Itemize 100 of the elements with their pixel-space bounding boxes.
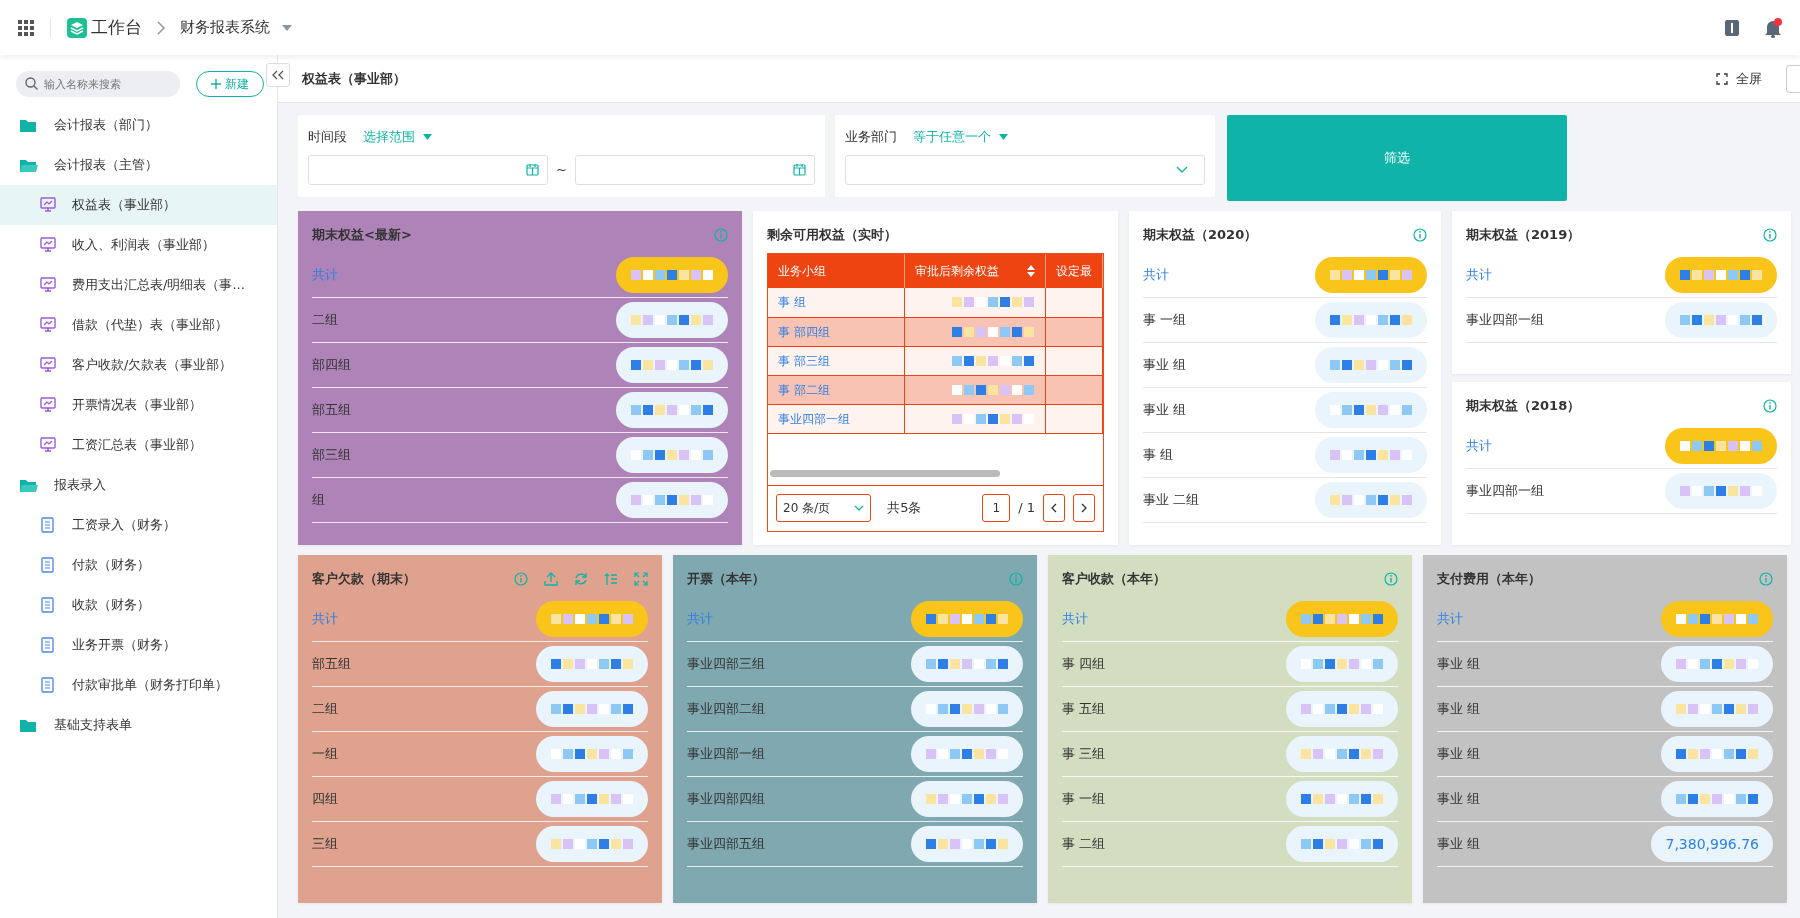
card-title: 客户收款（本年）	[1062, 570, 1166, 589]
system-name[interactable]: 财务报表系统	[180, 16, 270, 39]
table-cell[interactable]: 事 部三组	[768, 346, 905, 375]
tree-item[interactable]: 收款（财务）	[0, 585, 277, 625]
monitor-chart-icon	[40, 317, 56, 333]
tree-item[interactable]: 付款审批单（财务打印单）	[0, 665, 277, 705]
row-label: 部四组	[312, 356, 351, 375]
page-input[interactable]: 1	[982, 494, 1011, 522]
tree-item[interactable]: 借款（代垫）表（事业部）	[0, 305, 277, 345]
card-title: 期末权益<最新>	[312, 226, 412, 245]
table-cell[interactable]: 事业四部一组	[768, 404, 905, 433]
row-label: 事业四部一组	[1466, 482, 1544, 501]
info-icon[interactable]	[714, 228, 728, 242]
info-icon[interactable]	[514, 572, 528, 586]
card-title: 支付费用（本年）	[1437, 570, 1541, 589]
row-label: 部五组	[312, 655, 351, 674]
row-label: 事业 组	[1437, 700, 1481, 719]
row-label: 事业四部三组	[687, 655, 765, 674]
chevron-left-icon	[1050, 503, 1058, 513]
collapse-button[interactable]	[266, 63, 290, 87]
card-title: 客户欠款（期末）	[312, 570, 416, 589]
row-label: 事业四部一组	[1466, 311, 1544, 330]
sort-icon[interactable]	[604, 572, 618, 586]
monitor-chart-icon	[40, 437, 56, 453]
total-label: 共计	[1143, 266, 1169, 285]
button[interactable]	[1786, 64, 1800, 93]
row-label: 事 一组	[1143, 311, 1187, 330]
plus-icon	[211, 79, 221, 89]
document-icon	[40, 677, 56, 693]
card-title: 期末权益（2018）	[1466, 397, 1581, 416]
caret-down-icon	[999, 133, 1008, 140]
total-count: 共5条	[887, 499, 922, 518]
row-label: 事业 组	[1437, 745, 1481, 764]
layers-logo-icon[interactable]	[67, 17, 87, 38]
scrollbar[interactable]	[770, 469, 1000, 477]
bell-icon[interactable]	[1764, 17, 1782, 38]
row-label: 事业四部五组	[687, 835, 765, 854]
table-cell[interactable]: 事 组	[768, 288, 905, 317]
page-title: 权益表（事业部）	[302, 69, 406, 88]
apps-menu-icon[interactable]	[18, 19, 34, 36]
card-title: 开票（本年）	[687, 570, 765, 589]
tree-folder[interactable]: 会计报表（部门）	[0, 105, 277, 145]
calendar-icon	[526, 163, 540, 176]
row-label: 事业 组	[1437, 790, 1481, 809]
fullscreen-icon	[1716, 72, 1728, 85]
date-field[interactable]	[574, 154, 815, 185]
page-size-select[interactable]: 20 条/页	[776, 494, 872, 522]
column-header[interactable]: 业务小组	[768, 254, 905, 288]
search-field[interactable]: 输入名称来搜索	[16, 71, 180, 97]
upload-icon[interactable]	[544, 572, 558, 586]
tree-item[interactable]: 业务开票（财务）	[0, 625, 277, 665]
column-header-text: 审批后剩余权益	[914, 263, 999, 280]
monitor-chart-icon	[40, 237, 56, 253]
info-icon[interactable]	[1759, 572, 1773, 586]
row-label: 组	[312, 491, 325, 510]
tree-item[interactable]: 工资录入（财务）	[0, 505, 277, 545]
range-separator: ~	[556, 160, 567, 179]
date-field[interactable]	[308, 154, 549, 185]
info-icon[interactable]	[1763, 399, 1777, 413]
tree-folder[interactable]: 会计报表（主管）	[0, 145, 277, 185]
value-pill: 7,380,996.76	[1651, 826, 1773, 862]
tree-item[interactable]: 收入、利润表（事业部）	[0, 225, 277, 265]
document-icon	[40, 517, 56, 533]
tree-item[interactable]: 付款（财务）	[0, 545, 277, 585]
next-page-button[interactable]	[1073, 494, 1095, 522]
row-label: 事业四部一组	[687, 745, 765, 764]
tree-item[interactable]: 工资汇总表（事业部）	[0, 425, 277, 465]
previous-page-button[interactable]	[1043, 494, 1065, 522]
card-title: 剩余可用权益（实时）	[767, 226, 897, 245]
tree-item[interactable]: 权益表（事业部）	[0, 185, 277, 225]
tree-folder[interactable]: 报表录入	[0, 465, 277, 505]
row-label: 事 三组	[1062, 745, 1106, 764]
tree-folder[interactable]: 基础支持表单	[0, 705, 277, 745]
book-icon[interactable]	[1724, 18, 1740, 37]
app-name[interactable]: 工作台	[91, 14, 142, 41]
column-header[interactable]: 设定最	[1045, 254, 1103, 288]
info-icon[interactable]	[1384, 572, 1398, 586]
document-icon	[40, 557, 56, 573]
info-icon[interactable]	[1009, 572, 1023, 586]
expand-icon[interactable]	[634, 572, 648, 586]
tree-item[interactable]: 客户收款/欠款表（事业部）	[0, 345, 277, 385]
total-label: 共计	[687, 610, 713, 629]
sort-caret-icon[interactable]	[1027, 265, 1035, 277]
caret-down-icon[interactable]	[282, 24, 292, 31]
tree-item[interactable]: 开票情况表（事业部）	[0, 385, 277, 425]
row-label: 一组	[312, 745, 338, 764]
row-label: 事业四部二组	[687, 700, 765, 719]
tree-item[interactable]: 费用支出汇总表/明细表（事...	[0, 265, 277, 305]
refresh-icon[interactable]	[574, 572, 588, 586]
fullscreen-button[interactable]: 全屏	[1716, 68, 1762, 89]
department-select[interactable]	[845, 154, 1205, 185]
row-label: 事 组	[1143, 446, 1174, 465]
info-icon[interactable]	[1413, 228, 1427, 242]
monitor-chart-icon	[40, 197, 56, 213]
row-label: 二组	[312, 311, 338, 330]
total-label: 共计	[1437, 610, 1463, 629]
info-icon[interactable]	[1763, 228, 1777, 242]
row-label: 四组	[312, 790, 338, 809]
card-title: 期末权益（2019）	[1466, 226, 1581, 245]
search-icon	[25, 77, 38, 90]
